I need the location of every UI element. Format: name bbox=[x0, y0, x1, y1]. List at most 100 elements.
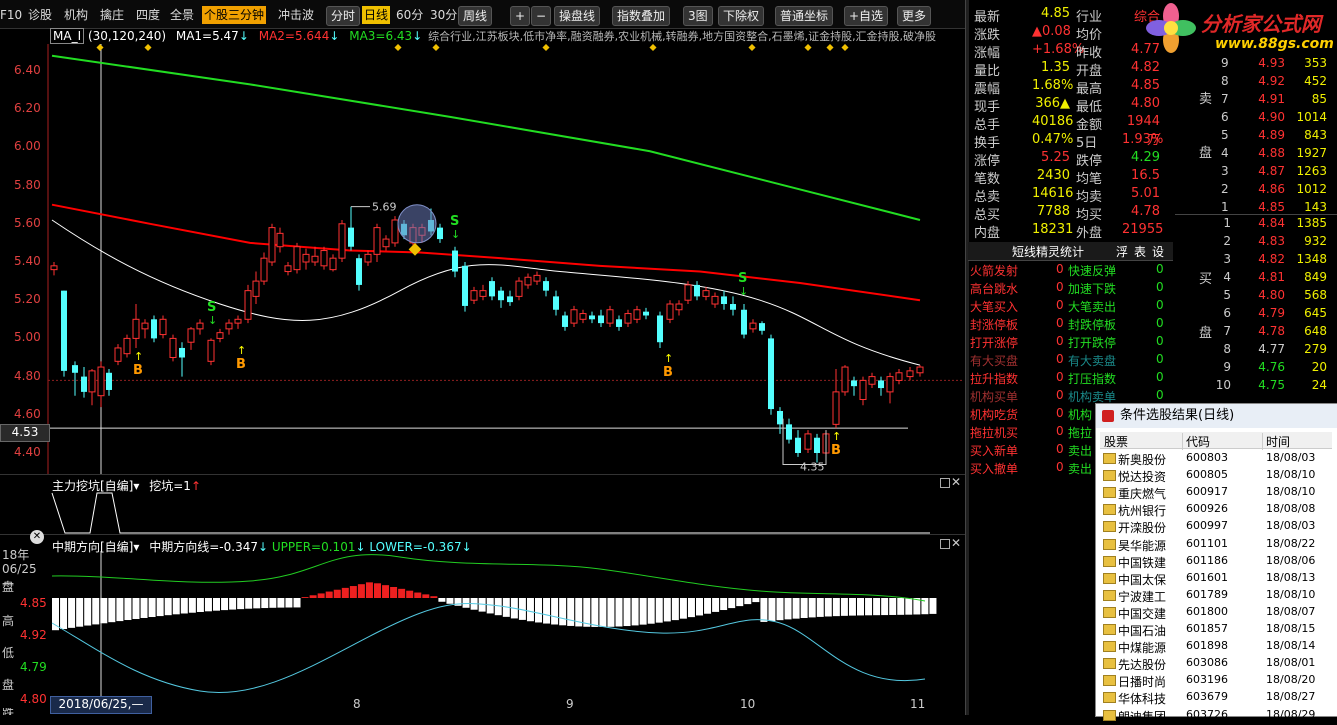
sprite-event: 买入撤单 bbox=[970, 462, 1019, 476]
sprite-count: 0 bbox=[1056, 280, 1064, 294]
result-row[interactable]: 中国石油 601857 18/08/15 bbox=[1100, 621, 1332, 638]
kline-chart[interactable]: 5.69 4.35 B ↑ S ↓ B ↑ S ↓ B ↑ S ↓ B ↑ 6.40 6.20 6.00 5.80 5… bbox=[0, 43, 965, 474]
timeshare-button[interactable]: 分时 bbox=[326, 6, 361, 26]
quote-value: 4.78 bbox=[1131, 204, 1160, 219]
more-button[interactable]: 更多 bbox=[897, 6, 932, 26]
zoom-out-button[interactable]: − bbox=[531, 6, 552, 26]
info-high-value: 4.92 bbox=[20, 628, 47, 642]
close-info-icon[interactable]: ✕ bbox=[30, 530, 44, 544]
ma-select[interactable]: MA_I bbox=[50, 28, 85, 44]
folder-icon bbox=[1103, 504, 1116, 516]
quote-row: 现手 366▲ 最低 4.80 bbox=[972, 96, 1172, 115]
col-stock[interactable]: 股票 bbox=[1104, 433, 1128, 450]
depth-level: 7 bbox=[1223, 324, 1231, 338]
result-row[interactable]: 中煤能源 601898 18/08/14 bbox=[1100, 638, 1332, 655]
sprite-table-tab[interactable]: 表 bbox=[1134, 243, 1146, 260]
impact-wave-button[interactable]: 冲击波 bbox=[278, 6, 314, 24]
quote-label: 均价 bbox=[1076, 28, 1103, 43]
operating-line-button[interactable]: 操盘线 bbox=[554, 6, 601, 26]
result-row[interactable]: 杭州银行 600926 18/08/08 bbox=[1100, 501, 1332, 518]
sub-panel-direction[interactable]: 中期方向[自编]▾ 中期方向线=-0.347↓ UPPER=0.101↓ LOW… bbox=[0, 534, 965, 716]
col-time[interactable]: 时间 bbox=[1262, 433, 1290, 450]
four-degree-button[interactable]: 四度 bbox=[136, 6, 160, 24]
result-row[interactable]: 宁波建工 601789 18/08/10 bbox=[1100, 587, 1332, 604]
candle bbox=[462, 262, 468, 312]
depth-price: 4.84 bbox=[1258, 216, 1285, 230]
result-stock-time: 18/08/10 bbox=[1266, 468, 1316, 482]
ma3-value: MA3=6.43 bbox=[349, 29, 413, 43]
quote-value: 18231 bbox=[1032, 222, 1074, 237]
result-row[interactable]: 中国铁建 601186 18/08/06 bbox=[1100, 553, 1332, 570]
depth-level: 4 bbox=[1223, 270, 1231, 284]
catch-dealer-button[interactable]: 擒庄 bbox=[100, 6, 124, 24]
ex-right-button[interactable]: 下除权 bbox=[718, 6, 765, 26]
candle bbox=[151, 315, 157, 343]
diagnose-button[interactable]: 诊股 bbox=[28, 6, 52, 24]
condition-result-window[interactable]: 条件选股结果(日线) 股票 代码 时间 新奥股份 600803 18/08/03 悦达… bbox=[1095, 403, 1337, 724]
daily-button[interactable]: 日线 bbox=[362, 6, 391, 24]
f10-button[interactable]: F10 bbox=[0, 6, 22, 24]
concept-tags[interactable]: 综合行业,江苏板块,低市净率,融资融券,农业机械,转融券,地方国资整合,石墨烯,… bbox=[428, 30, 936, 43]
sprite-count: 0 bbox=[1056, 352, 1064, 366]
result-row[interactable]: 日播时尚 603196 18/08/20 bbox=[1100, 672, 1332, 689]
weekly-button[interactable]: 周线 bbox=[458, 6, 493, 26]
quote-value: 4.29 bbox=[1131, 150, 1160, 165]
quote-label: 总卖 bbox=[974, 190, 1001, 205]
sub-panel-dig[interactable]: 主力挖坑[自编]▾ 挖坑=1↑ ✕ bbox=[0, 474, 965, 535]
info-year: 18年 bbox=[2, 548, 30, 562]
price-tick: 5.60 bbox=[14, 215, 41, 230]
col-code[interactable]: 代码 bbox=[1182, 433, 1210, 450]
price-tick: 4.60 bbox=[14, 406, 41, 421]
maximize-icon[interactable] bbox=[940, 539, 950, 549]
index-overlay-button[interactable]: 指数叠加 bbox=[612, 6, 671, 26]
maximize-icon[interactable] bbox=[940, 478, 950, 488]
result-window-title[interactable]: 条件选股结果(日线) bbox=[1096, 404, 1337, 428]
svg-text:↓: ↓ bbox=[208, 314, 217, 327]
result-row[interactable]: 朗迪集团 603726 18/08/29 bbox=[1100, 707, 1332, 724]
result-row[interactable]: 新奥股份 600803 18/08/03 bbox=[1100, 450, 1332, 467]
depth-price: 4.78 bbox=[1258, 324, 1285, 338]
quote-value: 14616 bbox=[1032, 186, 1074, 201]
three-chart-button[interactable]: 3图 bbox=[683, 6, 713, 26]
result-row[interactable]: 先达股份 603086 18/08/01 bbox=[1100, 655, 1332, 672]
candle bbox=[293, 242, 301, 274]
normal-axis-button[interactable]: 普通坐标 bbox=[775, 6, 834, 26]
result-row[interactable]: 重庆燃气 600917 18/08/10 bbox=[1100, 484, 1332, 501]
result-row[interactable]: 中国太保 601601 18/08/13 bbox=[1100, 570, 1332, 587]
institution-button[interactable]: 机构 bbox=[64, 6, 88, 24]
result-stock-time: 18/08/22 bbox=[1266, 536, 1316, 550]
depth-price: 4.90 bbox=[1258, 110, 1285, 124]
result-row[interactable]: 昊华能源 601101 18/08/22 bbox=[1100, 536, 1332, 553]
quote-value: 4.85 bbox=[1131, 78, 1160, 93]
folder-icon bbox=[1103, 453, 1116, 464]
date-axis: 2018/06/25,— 8 9 10 11 bbox=[0, 695, 965, 715]
result-row[interactable]: 悦达投资 600805 18/08/10 bbox=[1100, 467, 1332, 484]
close-icon[interactable]: ✕ bbox=[951, 536, 961, 550]
add-favorite-button[interactable]: +自选 bbox=[844, 6, 889, 26]
panorama-button[interactable]: 全景 bbox=[170, 6, 194, 24]
result-row[interactable]: 华体科技 603679 18/08/27 bbox=[1100, 689, 1332, 706]
result-row[interactable]: 开滦股份 600997 18/08/03 bbox=[1100, 518, 1332, 535]
result-stock-code: 601789 bbox=[1186, 587, 1228, 601]
sell-signal-icon: S↓ bbox=[207, 300, 217, 327]
close-icon[interactable]: ✕ bbox=[951, 475, 961, 489]
depth-volume: 1385 bbox=[1296, 216, 1327, 230]
folder-icon bbox=[1103, 589, 1116, 601]
depth-volume: 849 bbox=[1304, 270, 1327, 284]
three-minutes-button[interactable]: 个股三分钟 bbox=[202, 6, 267, 24]
30min-button[interactable]: 30分 bbox=[430, 6, 457, 24]
quote-value: 4.80 bbox=[1131, 96, 1160, 111]
sprite-float-tab[interactable]: 浮 bbox=[1116, 243, 1128, 260]
sprite-count: 0 bbox=[1056, 298, 1064, 312]
sprite-settings-tab[interactable]: 设 bbox=[1152, 243, 1164, 260]
sprite-event: 打压指数 bbox=[1068, 372, 1117, 386]
candle bbox=[515, 277, 523, 301]
sprite-count: 0 bbox=[1056, 388, 1064, 402]
buy-signal-icon: B↑ bbox=[663, 352, 673, 380]
depth-level: 6 bbox=[1221, 110, 1229, 124]
60min-button[interactable]: 60分 bbox=[396, 6, 423, 24]
zoom-in-button[interactable]: + bbox=[510, 6, 531, 26]
result-row[interactable]: 中国交建 601800 18/08/07 bbox=[1100, 604, 1332, 621]
buy-signal-icon: B↑ bbox=[831, 430, 841, 458]
info-open-value: 4.85 bbox=[20, 596, 47, 610]
